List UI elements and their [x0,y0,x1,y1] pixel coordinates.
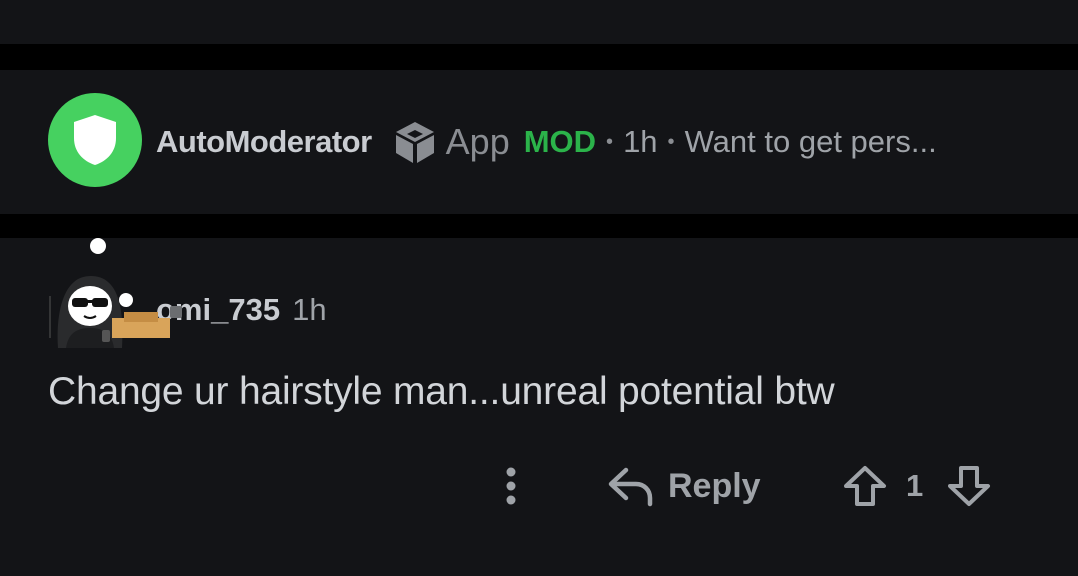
separator-dot: • [606,130,614,153]
automod-snippet[interactable]: Want to get pers... [685,124,937,160]
automod-timestamp: 1h [623,124,658,159]
more-vertical-icon [506,467,516,505]
mod-badge: MOD [523,124,597,159]
downvote-arrow-icon [948,466,990,506]
shield-icon [74,115,116,165]
comment-actions: Reply 1 [0,458,1078,514]
online-status-dot [90,238,106,254]
downvote-button[interactable] [946,464,992,513]
comment-body: Change ur hairstyle man...unreal potenti… [48,370,835,413]
cube-icon [392,119,438,165]
divider-band [0,214,1078,238]
app-badge: App [445,121,510,162]
reply-label: Reply [668,466,761,505]
reply-button[interactable]: Reply [606,462,761,510]
upvote-arrow-icon [844,466,886,506]
automod-avatar[interactable] [48,93,142,187]
upvote-button[interactable] [842,464,888,513]
divider-band [0,44,1078,70]
more-options-button[interactable] [496,464,526,508]
separator-dot: • [667,130,675,153]
automod-username[interactable]: AutoModerator [156,124,372,160]
reply-avatar-image [112,293,182,338]
reply-avatar[interactable] [108,292,188,338]
thread-line[interactable] [49,296,51,338]
reply-arrow-icon [608,467,653,507]
vote-count: 1 [906,468,924,503]
comment-timestamp: 1h [292,292,327,327]
automod-meta: AutoModerator App MOD • 1h • Want to get… [156,119,937,165]
user-comment: omi_735 1h Change ur hairstyle man...unr… [0,238,1078,576]
top-area [0,0,1078,44]
automod-comment[interactable]: AutoModerator App MOD • 1h • Want to get… [0,70,1078,214]
